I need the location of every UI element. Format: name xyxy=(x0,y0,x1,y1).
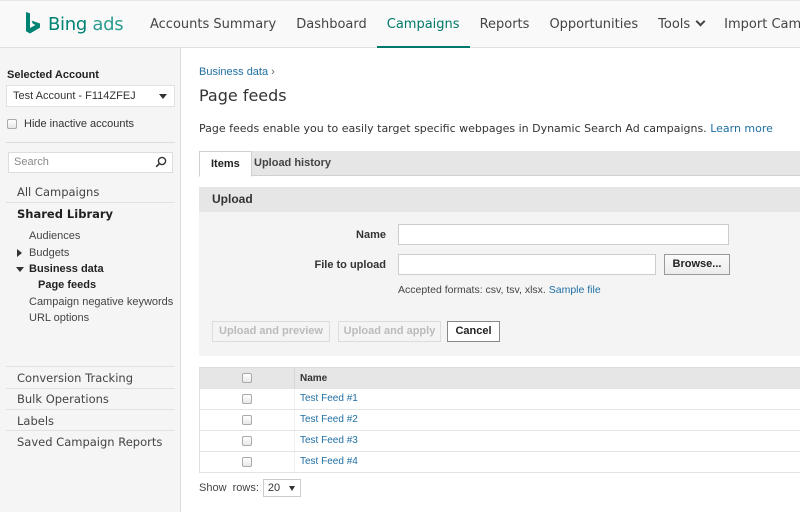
breadcrumb-link[interactable]: Business data xyxy=(199,66,268,78)
sidebar-item-url-options[interactable]: URL options xyxy=(29,312,89,324)
table-row: Test Feed #3 xyxy=(200,431,800,452)
browse-button[interactable]: Browse... xyxy=(664,254,730,275)
tab-bar: Items Upload history xyxy=(199,151,800,177)
upload-header: Upload xyxy=(199,187,800,212)
nav-import-campaigns[interactable]: Import Campaigns xyxy=(714,1,800,48)
nav-campaigns[interactable]: Campaigns xyxy=(376,1,470,49)
sidebar-item-budgets[interactable]: Budgets xyxy=(29,247,69,259)
breadcrumb[interactable]: Business data › xyxy=(199,66,275,78)
feed-name-link[interactable]: Test Feed #1 xyxy=(300,389,358,409)
divider xyxy=(6,366,175,367)
breadcrumb-separator: › xyxy=(271,66,275,78)
account-select[interactable]: Test Account - F114ZFEJ xyxy=(6,85,175,107)
upload-panel: Upload Name File to upload Browse... Acc… xyxy=(199,187,800,356)
search-placeholder: Search xyxy=(14,156,49,168)
upload-and-apply-button[interactable]: Upload and apply xyxy=(338,321,441,342)
row-checkbox[interactable] xyxy=(242,436,252,446)
selected-account-label: Selected Account xyxy=(7,69,99,81)
select-all-cell xyxy=(200,368,295,388)
caret-down-icon xyxy=(288,486,295,491)
show-rows-label: Show rows: xyxy=(199,482,259,494)
main-content: Business data › Page feeds Page feeds ena… xyxy=(182,48,800,512)
hide-inactive-checkbox[interactable] xyxy=(7,119,17,129)
sidebar-item-business-data[interactable]: Business data xyxy=(29,263,104,275)
divider xyxy=(6,409,175,410)
row-select-cell xyxy=(200,452,295,472)
name-input[interactable] xyxy=(398,224,729,245)
select-all-checkbox[interactable] xyxy=(242,373,252,383)
rows-per-page-value: 20 xyxy=(267,482,281,494)
nav-reports[interactable]: Reports xyxy=(470,1,540,48)
caret-right-icon[interactable] xyxy=(17,249,22,257)
sidebar-item-campaign-negative-keywords[interactable]: Campaign negative keywords xyxy=(29,296,173,308)
divider xyxy=(6,142,175,143)
accepted-formats: Accepted formats: csv, tsv, xlsx. Sample… xyxy=(398,284,601,296)
row-select-cell xyxy=(200,389,295,409)
table-row: Test Feed #4 xyxy=(200,452,800,473)
account-select-value: Test Account - F114ZFEJ xyxy=(13,90,136,102)
chevron-down-icon xyxy=(695,16,706,27)
feed-name-link[interactable]: Test Feed #4 xyxy=(300,452,358,472)
sidebar-item-shared-library[interactable]: Shared Library xyxy=(17,207,113,221)
caret-down-icon[interactable] xyxy=(16,267,24,272)
rows-per-page-select[interactable]: 20 xyxy=(262,479,301,497)
sidebar-search-input[interactable]: Search xyxy=(8,152,173,173)
sidebar-item-bulk-operations[interactable]: Bulk Operations xyxy=(17,392,109,406)
nav-dashboard[interactable]: Dashboard xyxy=(286,1,377,48)
page-description: Page feeds enable you to easily target s… xyxy=(199,122,773,135)
feed-name-link[interactable]: Test Feed #2 xyxy=(300,410,358,430)
nav-accounts-summary[interactable]: Accounts Summary xyxy=(140,1,286,48)
row-checkbox[interactable] xyxy=(242,394,252,404)
file-path-input[interactable] xyxy=(398,254,656,275)
table-row: Test Feed #2 xyxy=(200,410,800,431)
top-navigation-bar: Bing ads Accounts Summary Dashboard Camp… xyxy=(0,0,800,49)
file-to-upload-label: File to upload xyxy=(314,259,387,271)
accepted-formats-text: Accepted formats: csv, tsv, xlsx. xyxy=(398,284,549,296)
hide-inactive-toggle[interactable]: Hide inactive accounts xyxy=(7,118,134,130)
main-nav: Accounts Summary Dashboard Campaigns Rep… xyxy=(140,1,800,49)
nav-tools[interactable]: Tools xyxy=(648,1,714,48)
sidebar-item-all-campaigns[interactable]: All Campaigns xyxy=(17,185,99,199)
table-row: Test Feed #1 xyxy=(200,389,800,410)
sidebar-item-labels[interactable]: Labels xyxy=(17,414,54,428)
caret-down-icon xyxy=(159,94,167,99)
name-label: Name xyxy=(356,229,386,241)
sidebar: Selected Account Test Account - F114ZFEJ… xyxy=(0,48,181,512)
learn-more-link[interactable]: Learn more xyxy=(710,122,773,135)
page-title: Page feeds xyxy=(199,86,287,105)
search-icon[interactable] xyxy=(155,156,167,168)
row-checkbox[interactable] xyxy=(242,457,252,467)
show-rows-control: Show rows: 20 xyxy=(199,479,301,497)
description-text: Page feeds enable you to easily target s… xyxy=(199,122,711,135)
hide-inactive-label: Hide inactive accounts xyxy=(24,118,135,130)
sidebar-item-saved-campaign-reports[interactable]: Saved Campaign Reports xyxy=(17,435,162,449)
sidebar-item-page-feeds[interactable]: Page feeds xyxy=(38,279,96,291)
feed-name-link[interactable]: Test Feed #3 xyxy=(300,431,358,451)
table-header-row: Name xyxy=(200,367,800,389)
sample-file-link[interactable]: Sample file xyxy=(549,284,601,296)
cancel-button[interactable]: Cancel xyxy=(447,321,500,342)
row-checkbox[interactable] xyxy=(242,415,252,425)
tab-upload-history[interactable]: Upload history xyxy=(243,151,342,176)
bing-ads-logo[interactable]: Bing ads xyxy=(24,11,124,37)
divider xyxy=(6,430,175,431)
logo-text: Bing ads xyxy=(48,13,124,35)
page-feeds-table: Name Test Feed #1 Test Feed #2 Test Feed… xyxy=(199,367,800,473)
nav-opportunities[interactable]: Opportunities xyxy=(539,1,648,48)
sidebar-item-conversion-tracking[interactable]: Conversion Tracking xyxy=(17,371,133,385)
upload-and-preview-button[interactable]: Upload and preview xyxy=(212,321,330,342)
divider xyxy=(6,202,175,203)
divider xyxy=(6,388,175,389)
row-select-cell xyxy=(200,431,295,451)
row-select-cell xyxy=(200,410,295,430)
column-header-name[interactable]: Name xyxy=(300,368,327,389)
sidebar-item-audiences[interactable]: Audiences xyxy=(29,230,80,242)
bing-logo-icon xyxy=(26,12,40,34)
